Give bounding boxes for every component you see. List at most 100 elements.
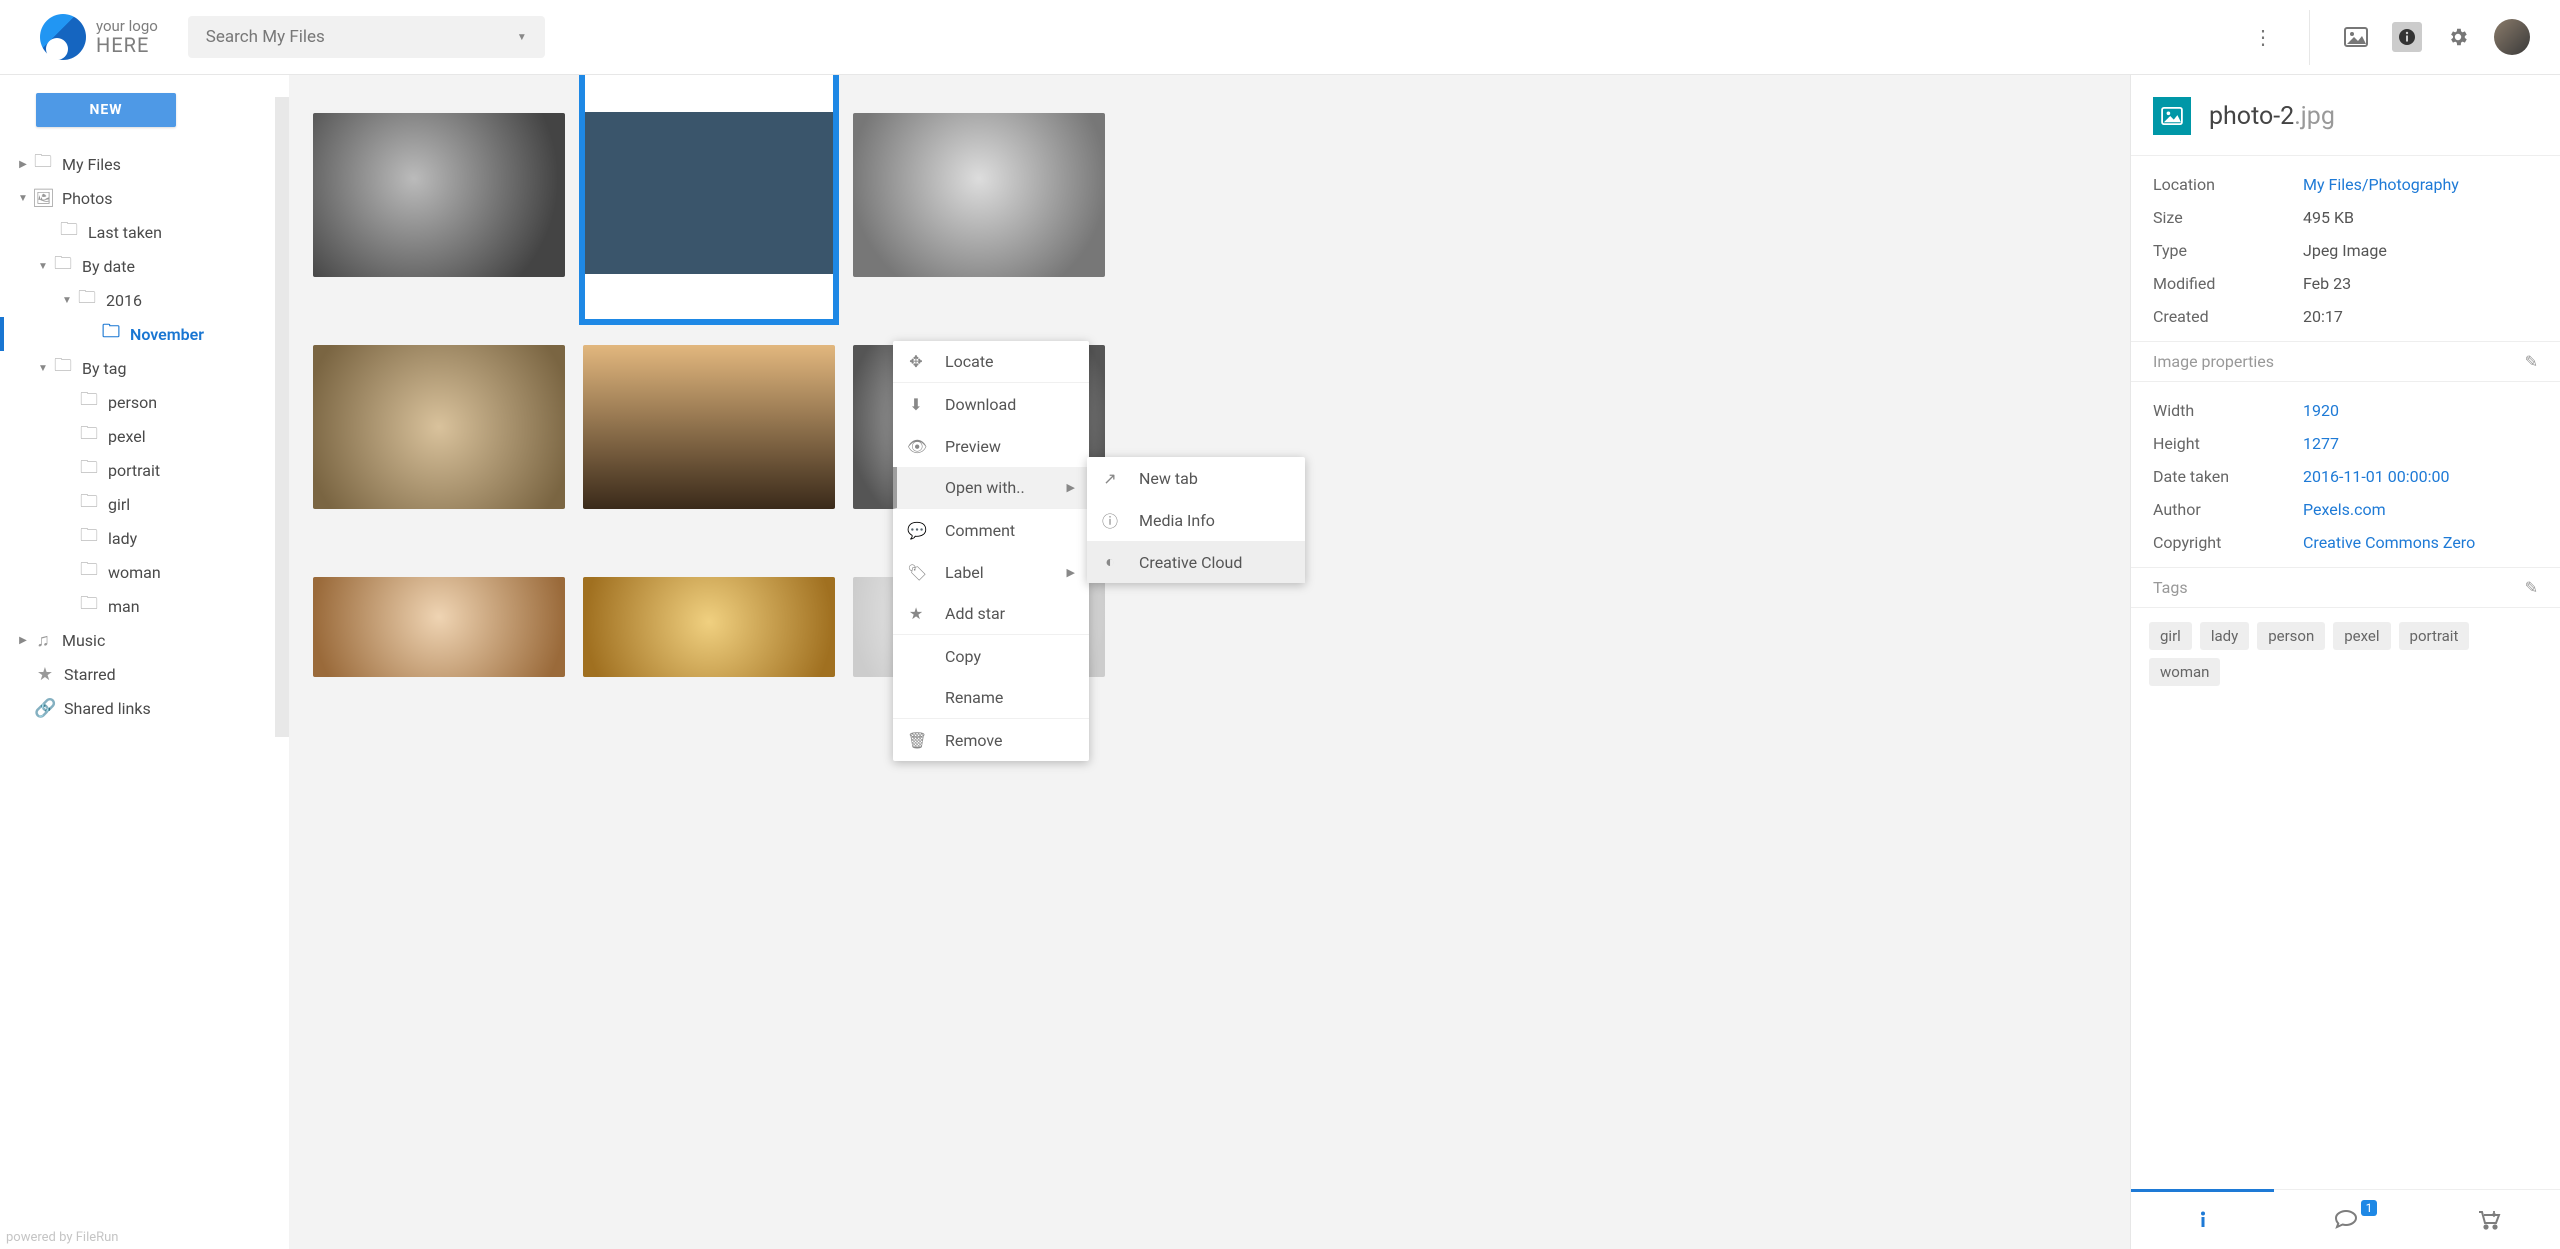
- ctx-locate[interactable]: ✥Locate: [893, 341, 1089, 383]
- tree-item-photos[interactable]: ▼🖼Photos: [0, 181, 289, 215]
- edit-icon[interactable]: ✎: [2525, 578, 2538, 597]
- tag-chip[interactable]: woman: [2149, 658, 2220, 686]
- folder-icon: 🗀: [78, 421, 100, 451]
- download-icon: ⬇: [907, 395, 925, 414]
- submenu-creative-cloud[interactable]: ◐Creative Cloud: [1087, 541, 1305, 583]
- tree-label: man: [108, 597, 140, 616]
- tree-label: Music: [62, 631, 105, 650]
- tree-label: By tag: [82, 359, 126, 378]
- eye-icon: 👁: [907, 437, 925, 456]
- photo-thumbnail[interactable]: [583, 577, 835, 677]
- ctx-copy[interactable]: Copy: [893, 635, 1089, 677]
- tree-label: person: [108, 393, 157, 412]
- ctx-rename[interactable]: Rename: [893, 677, 1089, 719]
- tree-label: Photos: [62, 189, 113, 208]
- tree-label: Shared links: [64, 699, 151, 718]
- tree-item-starred[interactable]: ★Starred: [0, 657, 289, 691]
- comments-badge: 1: [2361, 1200, 2377, 1216]
- user-avatar[interactable]: [2494, 19, 2530, 55]
- tag-chip[interactable]: person: [2257, 622, 2325, 650]
- info-icon[interactable]: [2392, 22, 2422, 52]
- ctx-comment[interactable]: 💬Comment: [893, 509, 1089, 551]
- tree-label: 2016: [106, 291, 142, 310]
- kv-value: 2016-11-01 00:00:00: [2303, 467, 2449, 486]
- tree-item-portrait[interactable]: 🗀portrait: [0, 453, 289, 487]
- tree-item-my-files[interactable]: ▶🗀My Files: [0, 147, 289, 181]
- tree-item-by-tag[interactable]: ▼🗀By tag: [0, 351, 289, 385]
- kv-value: Jpeg Image: [2303, 241, 2387, 260]
- photo-thumbnail[interactable]: [583, 345, 835, 509]
- tree-item-music[interactable]: ▶♫Music: [0, 623, 289, 657]
- ctx-add-star[interactable]: ★Add star: [893, 593, 1089, 635]
- kv-value: 495 KB: [2303, 208, 2354, 227]
- tag-chip[interactable]: portrait: [2399, 622, 2470, 650]
- photo-thumbnail[interactable]: [853, 113, 1105, 277]
- tree-item-2016[interactable]: ▼🗀2016: [0, 283, 289, 317]
- tree-item-shared-links[interactable]: 🔗Shared links: [0, 691, 289, 725]
- kv-value: 1277: [2303, 434, 2339, 453]
- tree-item-by-date[interactable]: ▼🗀By date: [0, 249, 289, 283]
- ctx-download[interactable]: ⬇Download: [893, 383, 1089, 425]
- submenu-media-info[interactable]: ⓘMedia Info: [1087, 499, 1305, 541]
- tree-item-man[interactable]: 🗀man: [0, 589, 289, 623]
- tree-label: My Files: [62, 155, 121, 174]
- tag-chip[interactable]: girl: [2149, 622, 2192, 650]
- ctx-label[interactable]: 🏷Label▶: [893, 551, 1089, 593]
- search-input[interactable]: Search My Files ▼: [188, 16, 545, 58]
- tree-item-november[interactable]: 🗀November: [0, 317, 289, 351]
- tag-chip[interactable]: pexel: [2333, 622, 2390, 650]
- tree-item-pexel[interactable]: 🗀pexel: [0, 419, 289, 453]
- location-link[interactable]: My Files/Photography: [2303, 175, 2459, 194]
- folder-icon: 🗀: [78, 557, 100, 587]
- tab-cart[interactable]: [2417, 1190, 2560, 1249]
- tree-item-last-taken[interactable]: 🗀Last taken: [0, 215, 289, 249]
- ctx-preview[interactable]: 👁Preview: [893, 425, 1089, 467]
- photo-thumbnail-selected[interactable]: [583, 113, 835, 277]
- tags-container: girl lady person pexel portrait woman: [2131, 608, 2560, 700]
- tag-icon: 🏷: [907, 563, 925, 582]
- ctx-open-with[interactable]: Open with..▶: [893, 467, 1089, 509]
- ctx-remove[interactable]: 🗑Remove: [893, 719, 1089, 761]
- image-icon[interactable]: [2342, 23, 2370, 51]
- new-button[interactable]: NEW: [36, 93, 176, 127]
- chevron-right-icon: ▶: [1067, 481, 1075, 494]
- tree-label: lady: [108, 529, 137, 548]
- tree-item-woman[interactable]: 🗀 woman: [0, 555, 289, 589]
- photo-thumbnail[interactable]: [313, 577, 565, 677]
- tree-item-lady[interactable]: 🗀lady: [0, 521, 289, 555]
- kv-value: Creative Commons Zero: [2303, 533, 2475, 552]
- kv-value: Pexels.com: [2303, 500, 2386, 519]
- logo-text: your logo HERE: [96, 18, 158, 57]
- scrollbar[interactable]: [275, 97, 289, 737]
- kv-key: Modified: [2153, 274, 2303, 293]
- photo-thumbnail[interactable]: [313, 345, 565, 509]
- trash-icon: 🗑: [907, 731, 925, 750]
- more-vert-icon[interactable]: ⋮: [2249, 23, 2277, 51]
- kv-key: Height: [2153, 434, 2303, 453]
- tab-comments[interactable]: 1: [2274, 1190, 2417, 1249]
- tree-label: woman: [108, 563, 161, 582]
- tree-item-girl[interactable]: 🗀girl: [0, 487, 289, 521]
- folder-open-icon: 🗀: [100, 319, 122, 349]
- submenu-new-tab[interactable]: ↗New tab: [1087, 457, 1305, 499]
- kv-value: 1920: [2303, 401, 2339, 420]
- kv-value: 20:17: [2303, 307, 2343, 326]
- app-logo[interactable]: your logo HERE: [40, 14, 158, 60]
- chevron-down-icon: ▼: [517, 32, 527, 43]
- kv-key: Date taken: [2153, 467, 2303, 486]
- tree-item-person[interactable]: 🗀person: [0, 385, 289, 419]
- context-menu: ✥Locate ⬇Download 👁Preview Open with..▶ …: [893, 341, 1089, 761]
- photo-thumbnail[interactable]: [313, 113, 565, 277]
- tag-chip[interactable]: lady: [2200, 622, 2249, 650]
- kv-key: Author: [2153, 500, 2303, 519]
- file-type-icon: [2153, 97, 2191, 135]
- file-title: photo-2.jpg: [2209, 102, 2335, 131]
- star-icon: ★: [907, 604, 925, 623]
- gear-icon[interactable]: [2444, 23, 2472, 51]
- folder-icon: 🗀: [32, 149, 54, 179]
- info-icon: ⓘ: [1101, 508, 1119, 532]
- tab-info[interactable]: [2131, 1190, 2274, 1249]
- file-grid: ✥Locate ⬇Download 👁Preview Open with..▶ …: [289, 75, 2130, 1249]
- kv-key: Type: [2153, 241, 2303, 260]
- edit-icon[interactable]: ✎: [2525, 352, 2538, 371]
